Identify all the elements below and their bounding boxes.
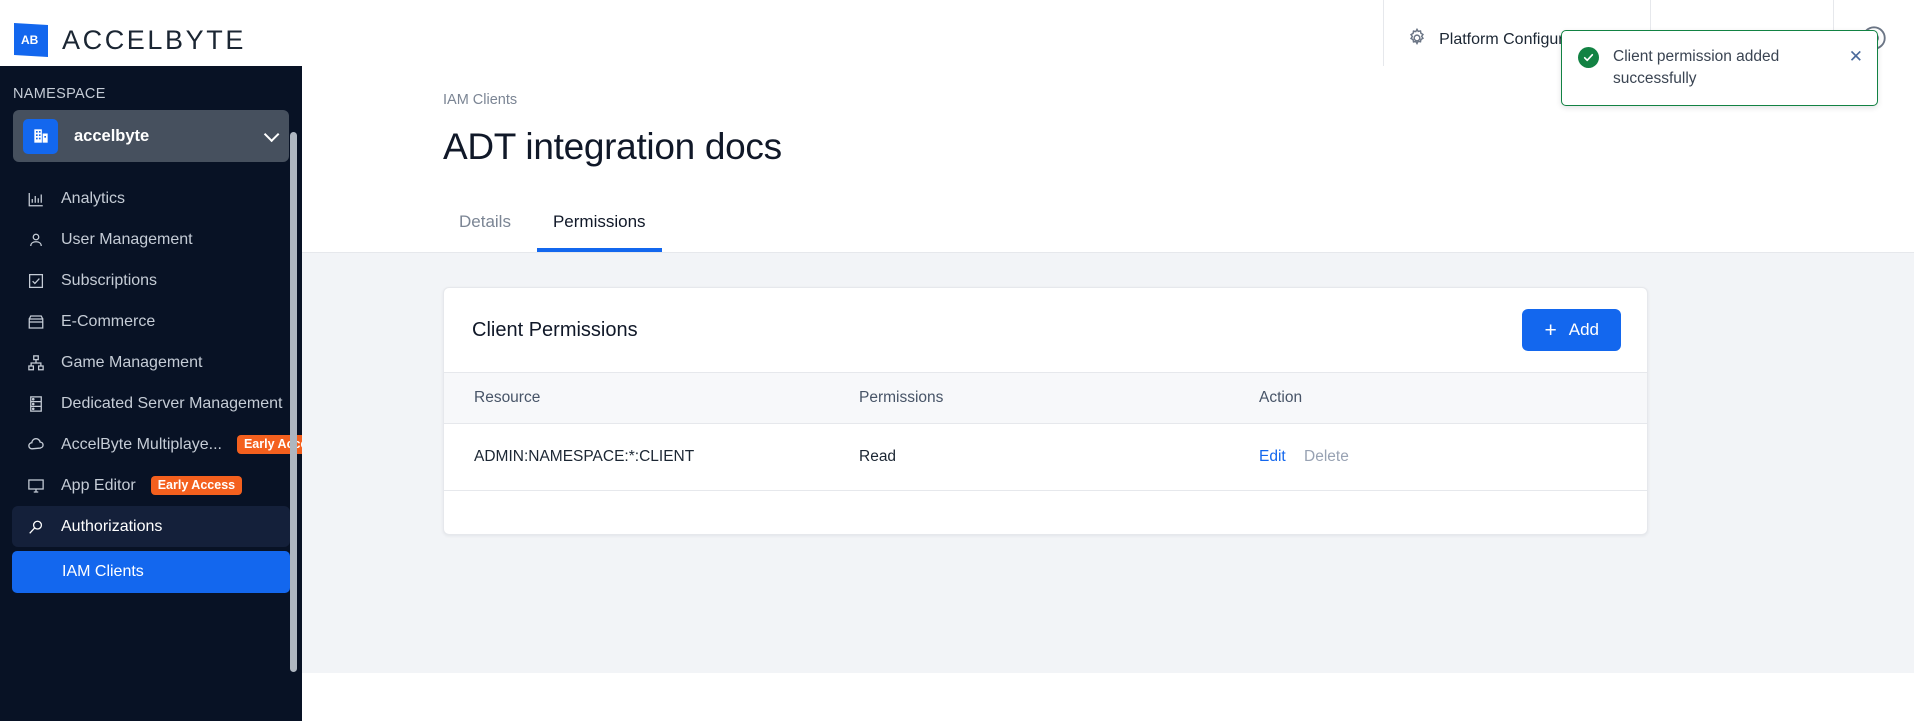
building-icon	[23, 118, 58, 154]
namespace-value: accelbyte	[74, 126, 150, 145]
sidebar-item-app-editor[interactable]: App Editor Early Access	[12, 465, 290, 506]
sidebar-item-accelbyte-multiplayer[interactable]: AccelByte Multiplaye... Early Access	[12, 424, 302, 465]
sidebar-item-label: AccelByte Multiplaye...	[61, 435, 222, 453]
delete-link[interactable]: Delete	[1304, 448, 1349, 465]
column-header-resource: Resource	[444, 372, 859, 424]
monitor-icon	[26, 476, 46, 496]
sidebar-item-label: Game Management	[61, 353, 203, 371]
bar-chart-icon	[26, 189, 46, 209]
gear-icon	[1406, 27, 1428, 54]
card-footer	[444, 491, 1647, 534]
sidebar-item-iam-clients[interactable]: IAM Clients	[12, 551, 290, 593]
store-icon	[26, 312, 46, 332]
sitemap-icon	[26, 353, 46, 373]
content-area: Client Permissions + Add Resource Permis…	[302, 253, 1914, 673]
sidebar-item-authorizations[interactable]: Authorizations	[12, 506, 290, 547]
chevron-down-icon	[263, 126, 280, 142]
early-access-badge: Early Access	[150, 475, 243, 496]
sidebar-item-game-management[interactable]: Game Management	[12, 342, 290, 383]
brand-name: ACCELBYTE	[62, 24, 246, 55]
table-body: ADMIN:NAMESPACE:*:CLIENT Read Edit Delet…	[444, 423, 1647, 491]
sidebar-item-label: User Management	[61, 230, 193, 248]
sidebar-scrollbar[interactable]	[290, 132, 297, 672]
table-head: Resource Permissions Action	[444, 372, 1647, 424]
cell-resource: ADMIN:NAMESPACE:*:CLIENT	[444, 423, 859, 491]
sidebar-item-label: Authorizations	[61, 517, 163, 535]
sidebar-item-dedicated-server-management[interactable]: Dedicated Server Management	[12, 383, 290, 424]
column-header-permissions: Permissions	[859, 372, 1259, 424]
server-icon	[26, 394, 46, 414]
column-header-action: Action	[1259, 372, 1647, 424]
sidebar-item-label: Dedicated Server Management	[61, 394, 283, 412]
cloud-icon	[26, 435, 46, 455]
brand-logo[interactable]: AB ACCELBYTE	[0, 23, 246, 57]
search-key-icon	[26, 517, 46, 537]
user-icon	[26, 230, 46, 250]
card-header: Client Permissions + Add	[444, 288, 1647, 372]
toast-message: Client permission added successfully	[1613, 48, 1780, 87]
sidebar-item-analytics[interactable]: Analytics	[12, 178, 290, 219]
sidebar-item-label: App Editor	[61, 476, 136, 494]
sidebar-item-label: Subscriptions	[61, 271, 158, 289]
table-row: ADMIN:NAMESPACE:*:CLIENT Read Edit Delet…	[444, 423, 1647, 491]
accelbyte-logo-icon: AB	[14, 23, 48, 57]
plus-icon: +	[1544, 318, 1557, 342]
sidebar-item-subscriptions[interactable]: Subscriptions	[12, 260, 290, 301]
namespace-selector[interactable]: accelbyte	[13, 110, 289, 162]
sidebar-subitem-label: IAM Clients	[62, 563, 144, 580]
main-content: IAM Clients ADT integration docs Details…	[302, 66, 1914, 721]
sidebar-item-label: E-Commerce	[61, 312, 156, 330]
tab-permissions[interactable]: Permissions	[536, 202, 662, 252]
cell-permissions: Read	[859, 423, 1259, 491]
sidebar-item-user-management[interactable]: User Management	[12, 219, 290, 260]
card-title: Client Permissions	[472, 318, 638, 341]
success-toast: Client permission added successfully ✕	[1561, 30, 1878, 106]
check-circle-icon	[1578, 47, 1599, 68]
add-button[interactable]: + Add	[1522, 309, 1621, 351]
permissions-table: Resource Permissions Action ADMIN:NAMESP…	[444, 372, 1647, 491]
close-icon[interactable]: ✕	[1849, 48, 1863, 65]
checkbox-icon	[26, 271, 46, 291]
page-title: ADT integration docs	[443, 126, 782, 167]
namespace-label: NAMESPACE	[13, 86, 106, 102]
edit-link[interactable]: Edit	[1259, 448, 1286, 465]
sidebar-item-label: Analytics	[61, 189, 126, 207]
cell-action: Edit Delete	[1259, 423, 1647, 491]
tab-bar: Details Permissions	[443, 202, 1914, 252]
sidebar-item-e-commerce[interactable]: E-Commerce	[12, 301, 290, 342]
sidebar-nav: Analytics User Management Subscriptions	[0, 178, 302, 593]
client-permissions-card: Client Permissions + Add Resource Permis…	[443, 287, 1648, 535]
add-button-label: Add	[1568, 320, 1599, 339]
table-header-row: Resource Permissions Action	[444, 372, 1647, 424]
svg-text:AB: AB	[21, 33, 39, 47]
tab-details[interactable]: Details	[443, 202, 527, 252]
sidebar: NAMESPACE accelbyte Analytics User Manag…	[0, 66, 302, 721]
